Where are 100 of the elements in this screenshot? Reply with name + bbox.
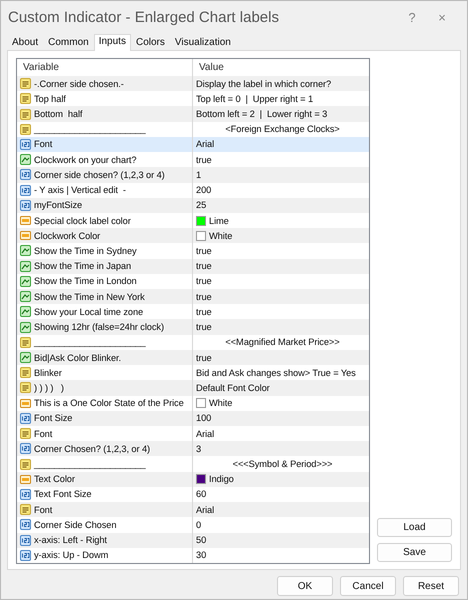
variable-value: true — [196, 292, 212, 302]
table-row[interactable]: -.Corner side chosen.- Display the label in which corner? — [17, 76, 369, 92]
variable-value: true — [196, 306, 212, 317]
variable-value: <Foreign Exchange Clocks> — [225, 124, 340, 134]
variable-name: Show the Time in Sydney — [34, 246, 137, 256]
variable-value: White — [209, 398, 232, 408]
toggle-type-icon — [20, 352, 31, 364]
table-row[interactable]: Show the Time in Japan true — [17, 258, 369, 274]
variable-name: ______________________ — [34, 124, 146, 134]
table-row[interactable]: Text Color Indigo — [17, 472, 369, 487]
variable-value: <<<Symbol & Period>>> — [232, 459, 332, 470]
toggle-type-icon — [20, 306, 31, 318]
variable-name: Font Size — [34, 413, 72, 424]
variable-value: 200 — [196, 185, 212, 196]
variable-name: Text Font Size — [34, 489, 92, 500]
variable-value: true — [196, 352, 212, 363]
variable-value: true — [196, 322, 212, 332]
table-row[interactable]: Font Arial — [17, 502, 369, 518]
table-row[interactable]: x-axis: Left - Right 50 — [17, 532, 369, 548]
variable-name: Blinker — [34, 368, 62, 378]
side-button[interactable]: Load — [377, 518, 452, 537]
number-type-icon — [20, 169, 31, 180]
number-type-icon — [20, 184, 31, 196]
variable-value: Indigo — [209, 474, 234, 484]
variable-name: Text Color — [34, 474, 75, 484]
variable-name: - Y axis | Vertical edit - — [34, 185, 126, 196]
variable-name: Clockwork on your chart? — [34, 154, 136, 165]
variable-value: Arial — [196, 139, 214, 150]
variable-value: <<Magnified Market Price>> — [225, 337, 340, 348]
table-row[interactable]: y-axis: Up - Dowm 30 — [17, 548, 369, 563]
variable-name: Font — [34, 504, 52, 515]
variable-value: 1 — [196, 170, 202, 180]
toggle-type-icon — [20, 154, 31, 166]
variable-name: x-axis: Left - Right — [34, 535, 107, 546]
variable-name: Font — [34, 428, 52, 439]
dialog-button[interactable]: OK — [277, 576, 333, 596]
variable-name: myFontSize — [34, 200, 82, 210]
toggle-type-icon — [20, 276, 31, 287]
text-type-icon — [20, 504, 31, 516]
variable-name: Clockwork Color — [34, 230, 100, 241]
dialog-button[interactable]: Cancel — [340, 576, 396, 596]
text-type-icon — [20, 458, 31, 470]
table-row[interactable]: Bottom half Bottom left = 2 | Lower right = 3 — [17, 106, 369, 122]
table-row[interactable]: Show the Time in New York true — [17, 289, 369, 304]
variable-value: White — [209, 230, 232, 241]
variable-name: Special clock label color — [34, 216, 131, 226]
toggle-type-icon — [20, 245, 31, 256]
variable-value: 3 — [196, 444, 202, 454]
text-type-icon — [20, 124, 31, 135]
variable-name: Corner Chosen? (1,2,3, or 4) — [34, 444, 150, 454]
table-row[interactable]: Corner Chosen? (1,2,3, or 4) 3 — [17, 441, 369, 456]
variable-value: Arial — [196, 504, 214, 515]
variable-value: Lime — [209, 216, 229, 226]
variable-name: Bid|Ask Color Blinker. — [34, 352, 122, 363]
number-type-icon — [20, 488, 31, 500]
variable-value: Top left = 0 | Upper right = 1 — [196, 94, 314, 104]
side-button[interactable]: Save — [377, 543, 452, 562]
number-type-icon — [20, 519, 31, 530]
table-row[interactable]: Font Arial — [17, 136, 369, 152]
table-row[interactable]: Clockwork Color White — [17, 228, 369, 244]
tab[interactable]: Colors — [130, 35, 170, 50]
variable-value: 50 — [196, 535, 206, 546]
palette-type-icon — [20, 230, 31, 242]
table-row[interactable]: Bid|Ask Color Blinker. true — [17, 350, 369, 366]
table-row[interactable]: myFontSize 25 — [17, 198, 369, 213]
text-type-icon — [20, 428, 31, 440]
variable-value: Display the label in which corner? — [196, 78, 332, 89]
toggle-type-icon — [20, 291, 31, 302]
dialog-button[interactable]: Reset — [403, 576, 459, 596]
variable-name: ) ) ) ) ) — [34, 382, 64, 393]
variable-value: 100 — [196, 413, 212, 424]
number-type-icon — [20, 550, 31, 561]
tab[interactable]: Visualization — [170, 35, 236, 50]
table-row[interactable]: Corner side chosen? (1,2,3 or 4) 1 — [17, 167, 369, 182]
variable-name: Font — [34, 139, 52, 150]
variable-value: Default Font Color — [196, 382, 270, 393]
variable-name: y-axis: Up - Dowm — [34, 550, 108, 560]
text-type-icon — [20, 108, 31, 120]
palette-type-icon — [20, 474, 31, 485]
text-type-icon — [20, 336, 31, 348]
text-type-icon — [20, 93, 31, 104]
variable-name: Show the Time in Japan — [34, 261, 132, 272]
variable-name: ______________________ — [34, 459, 146, 470]
number-type-icon — [20, 412, 31, 424]
table-row[interactable]: Showing 12hr (false=24hr clock) true — [17, 319, 369, 335]
variable-value: 25 — [196, 200, 206, 210]
tab[interactable]: Inputs — [94, 34, 131, 51]
tab[interactable]: Common — [43, 35, 94, 50]
variable-name: Showing 12hr (false=24hr clock) — [34, 322, 164, 332]
variable-value: Bid and Ask changes show> True = Yes — [196, 368, 356, 378]
table-row[interactable]: Font Size 100 — [17, 410, 369, 426]
variable-name: Show your Local time zone — [34, 306, 144, 317]
tab[interactable]: About — [7, 35, 44, 50]
variable-name: This is a One Color State of the Price — [34, 398, 184, 408]
variable-name: Show the Time in New York — [34, 292, 145, 302]
variable-value: Arial — [196, 428, 214, 439]
table-row[interactable]: ) ) ) ) ) Default Font Color — [17, 380, 369, 396]
number-type-icon — [20, 443, 31, 454]
variable-value: true — [196, 246, 212, 256]
palette-type-icon — [20, 215, 31, 226]
